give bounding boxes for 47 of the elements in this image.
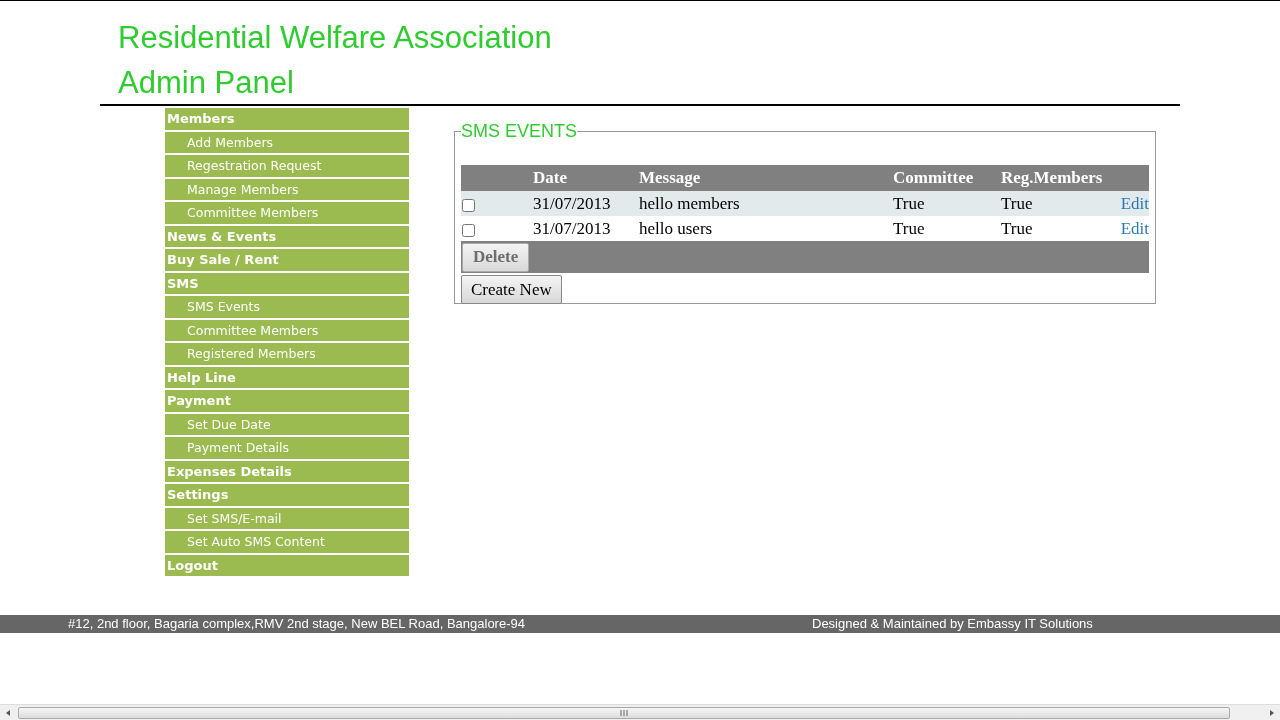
table-cell-text: True [1001, 217, 1034, 240]
table-cell-text: True [893, 217, 926, 240]
table-cell-text: 31/07/2013 [533, 217, 612, 240]
column-heading: Message [639, 167, 702, 190]
menu-item[interactable]: Regestration Request [165, 155, 409, 177]
menu-item[interactable]: SMS Events [165, 296, 409, 318]
menu-heading[interactable]: Payment [165, 390, 409, 412]
menu-item[interactable]: Set Due Date [165, 413, 409, 435]
menu-heading[interactable]: Help Line [165, 366, 409, 388]
panel-legend: SMS EVENTS [461, 118, 578, 145]
menu-heading[interactable]: SMS [165, 272, 409, 294]
menu-item[interactable]: Manage Members [165, 178, 409, 200]
menu-item[interactable]: Set SMS/E-mail [165, 507, 409, 529]
column-heading: Reg.Members [1001, 167, 1104, 190]
table-cell-text: hello users [639, 217, 714, 240]
menu-item[interactable]: Payment Details [165, 437, 409, 459]
edit-link[interactable]: Edit [1120, 215, 1149, 242]
menu-item[interactable]: Add Members [165, 131, 409, 153]
site-subtitle: Admin Panel [118, 64, 294, 102]
menu-item[interactable]: Committee Members [165, 319, 409, 341]
menu-heading[interactable]: Members [165, 108, 409, 130]
menu-item[interactable]: Registered Members [165, 343, 409, 365]
table-cell-text: True [893, 192, 926, 215]
menu-item[interactable]: Set Auto SMS Content [165, 531, 409, 553]
row-checkbox[interactable] [462, 199, 475, 212]
menu-heading[interactable]: News & Events [165, 225, 409, 247]
table-cell-text: True [1001, 192, 1034, 215]
row-checkbox[interactable] [462, 224, 475, 237]
table-cell-text: 31/07/2013 [533, 192, 612, 215]
menu-heading[interactable]: Buy Sale / Rent [165, 249, 409, 271]
site-title: Residential Welfare Association [118, 19, 552, 57]
horizontal-scrollbar[interactable] [0, 704, 1280, 720]
scroll-right-icon[interactable] [1268, 708, 1276, 717]
menu-heading[interactable]: Logout [165, 554, 409, 576]
column-heading: Date [533, 167, 568, 190]
column-heading: Committee [893, 167, 975, 190]
footer-address: #12, 2nd floor, Bagaria complex,RMV 2nd stage, New BEL Road, Bangalore-94 [68, 615, 526, 634]
menu-heading[interactable]: Settings [165, 484, 409, 506]
menu-heading[interactable]: Expenses Details [165, 460, 409, 482]
create-new-button[interactable]: Create New [461, 275, 562, 304]
footer-credit: Designed & Maintained by Embassy IT Solutions [812, 615, 1093, 634]
menu-item[interactable]: Committee Members [165, 202, 409, 224]
scroll-left-icon[interactable] [4, 708, 12, 717]
edit-link[interactable]: Edit [1120, 190, 1149, 217]
scrollbar-thumb[interactable] [18, 706, 1230, 719]
table-cell-text: hello members [639, 192, 741, 215]
grip-icon [620, 709, 628, 716]
